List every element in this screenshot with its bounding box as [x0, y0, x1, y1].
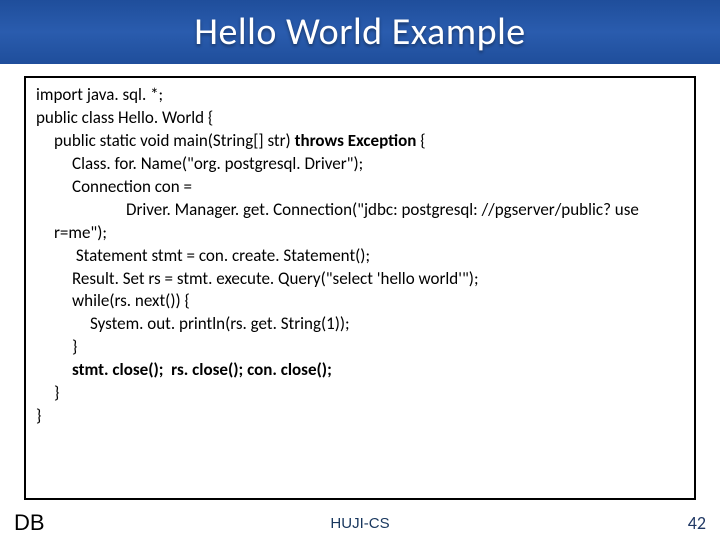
- code-box: import java. sql. *;public class Hello. …: [24, 76, 696, 500]
- title-bar: Hello World Example: [0, 0, 720, 64]
- code-line: Connection con =: [36, 176, 684, 199]
- code-line: while(rs. next()) {: [36, 290, 684, 313]
- code-line: stmt. close(); rs. close(); con. close()…: [36, 359, 684, 382]
- code-line: }: [36, 405, 684, 428]
- code-line: }: [36, 382, 684, 405]
- code-line: Statement stmt = con. create. Statement(…: [36, 245, 684, 268]
- slide: Hello World Example import java. sql. *;…: [0, 0, 720, 540]
- code-line: public static void main(String[] str) th…: [36, 130, 684, 153]
- slide-title: Hello World Example: [194, 9, 525, 55]
- code-line: System. out. println(rs. get. String(1))…: [36, 313, 684, 336]
- code-line: Driver. Manager. get. Connection("jdbc: …: [36, 199, 684, 222]
- code-line: Class. for. Name("org. postgresql. Drive…: [36, 153, 684, 176]
- footer-center: HUJI-CS: [0, 515, 720, 532]
- code-line: r=me");: [36, 222, 684, 245]
- footer: DB HUJI-CS 42: [0, 506, 720, 540]
- code-line: import java. sql. *;: [36, 84, 684, 107]
- code-line: public class Hello. World {: [36, 107, 684, 130]
- code-line: Result. Set rs = stmt. execute. Query("s…: [36, 268, 684, 291]
- code-line: }: [36, 336, 684, 359]
